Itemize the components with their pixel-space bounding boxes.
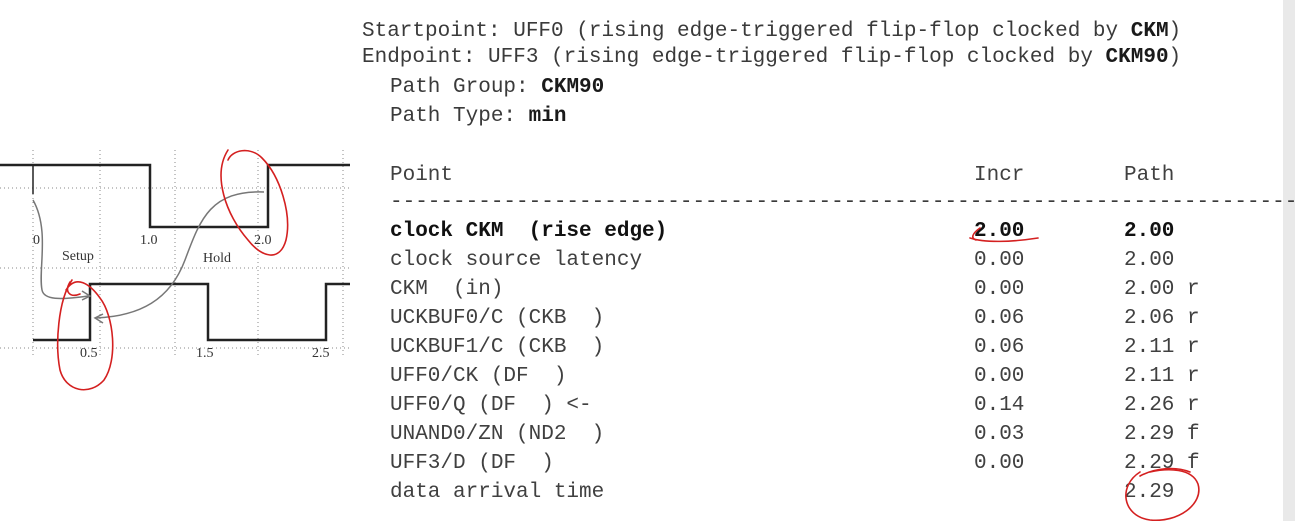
table-row-0-point-cell: clock CKM (rise edge): [390, 220, 668, 243]
endpoint-line: Endpoint: UFF3 (rising edge-triggered fl…: [362, 45, 1181, 71]
table-row-5-incr-cell: 0.00: [974, 365, 1025, 388]
table-row-2-point-cell: CKM (in): [390, 278, 504, 301]
hold-arrow: [95, 191, 265, 319]
col-path-header: Path: [1124, 164, 1175, 187]
table-row-4-point-cell: UCKBUF1/C (CKB ): [390, 336, 605, 359]
table-row-1-point-cell: clock source latency: [390, 249, 643, 272]
col-point-header: Point: [390, 164, 454, 187]
table-row-2-path-cell: 2.00 r: [1124, 278, 1200, 301]
startpoint-close: ): [1168, 20, 1182, 43]
setup-label: Setup: [62, 249, 94, 264]
startpoint-line: Startpoint: UFF0 (rising edge-triggered …: [362, 19, 1181, 45]
table-row-3-point-cell: UCKBUF0/C (CKB ): [390, 307, 605, 330]
path-type-line: Path Type: min: [390, 104, 566, 130]
table-row-6-point-cell: UFF0/Q (DF ) <-: [390, 394, 592, 417]
table-row-6-incr-cell: 0.14: [974, 394, 1025, 417]
startpoint-text: UFF0 (rising edge-triggered flip-flop cl…: [500, 20, 1131, 43]
table-row-6-path-cell: 2.26 r: [1124, 394, 1200, 417]
table-row-7-path-cell: 2.29 f: [1124, 423, 1200, 446]
table-row-2-incr-cell: 0.00: [974, 278, 1025, 301]
table-row-9-point-cell: data arrival time: [390, 481, 605, 504]
endpoint-label: Endpoint:: [362, 46, 476, 69]
tick-label-1-5: 1.5: [196, 346, 214, 361]
col-incr-header: Incr: [974, 164, 1025, 187]
path-group-value: CKM90: [541, 76, 605, 99]
table-row-3-path-cell: 2.06 r: [1124, 307, 1200, 330]
window-edge: [1283, 0, 1295, 521]
table-row-1-incr-cell: 0.00: [974, 249, 1025, 272]
table-row-7-incr-cell: 0.03: [974, 423, 1025, 446]
table-row-8-point-cell: UFF3/D (DF ): [390, 452, 554, 475]
table-row-8-incr-cell: 0.00: [974, 452, 1025, 475]
table-row-0-incr-cell: 2.00: [974, 220, 1025, 243]
table-row-5-path-cell: 2.11 r: [1124, 365, 1200, 388]
tick-label-0-5: 0.5: [80, 346, 98, 361]
tick-label-2-0: 2.0: [254, 233, 272, 248]
tick-label-2-5: 2.5: [312, 346, 330, 361]
tick-label-1-0: 1.0: [140, 233, 158, 248]
path-type-label: Path Type:: [390, 105, 529, 128]
table-row-8-path-cell: 2.29 f: [1124, 452, 1200, 475]
table-row-4-path-cell: 2.11 r: [1124, 336, 1200, 359]
table-separator: ----------------------------------------…: [390, 191, 1295, 214]
path-group-line: Path Group: CKM90: [390, 75, 604, 101]
table-row-3-incr-cell: 0.06: [974, 307, 1025, 330]
endpoint-close: ): [1168, 46, 1182, 69]
startpoint-clock: CKM: [1130, 20, 1169, 43]
table-row-5-point-cell: UFF0/CK (DF ): [390, 365, 567, 388]
hold-label: Hold: [203, 251, 231, 266]
table-row-7-point-cell: UNAND0/ZN (ND2 ): [390, 423, 605, 446]
endpoint-text: UFF3 (rising edge-triggered flip-flop cl…: [475, 46, 1106, 69]
diagram-grid: [0, 150, 350, 355]
path-type-value: min: [528, 105, 567, 128]
table-row-9-path-cell: 2.29: [1124, 481, 1175, 504]
startpoint-label: Startpoint:: [362, 20, 501, 43]
setup-hold-waveform-diagram: 0 1.0 2.0 Setup Hold 0.5 1.5 2.5: [0, 150, 350, 361]
table-row-1-path-cell: 2.00: [1124, 249, 1175, 272]
path-group-label: Path Group:: [390, 76, 542, 99]
clock-ckm90-waveform: [33, 282, 350, 342]
table-row-0-path-cell: 2.00: [1124, 220, 1175, 243]
table-row-4-incr-cell: 0.06: [974, 336, 1025, 359]
tick-label-0: 0: [33, 233, 40, 248]
endpoint-clock: CKM90: [1105, 46, 1169, 69]
